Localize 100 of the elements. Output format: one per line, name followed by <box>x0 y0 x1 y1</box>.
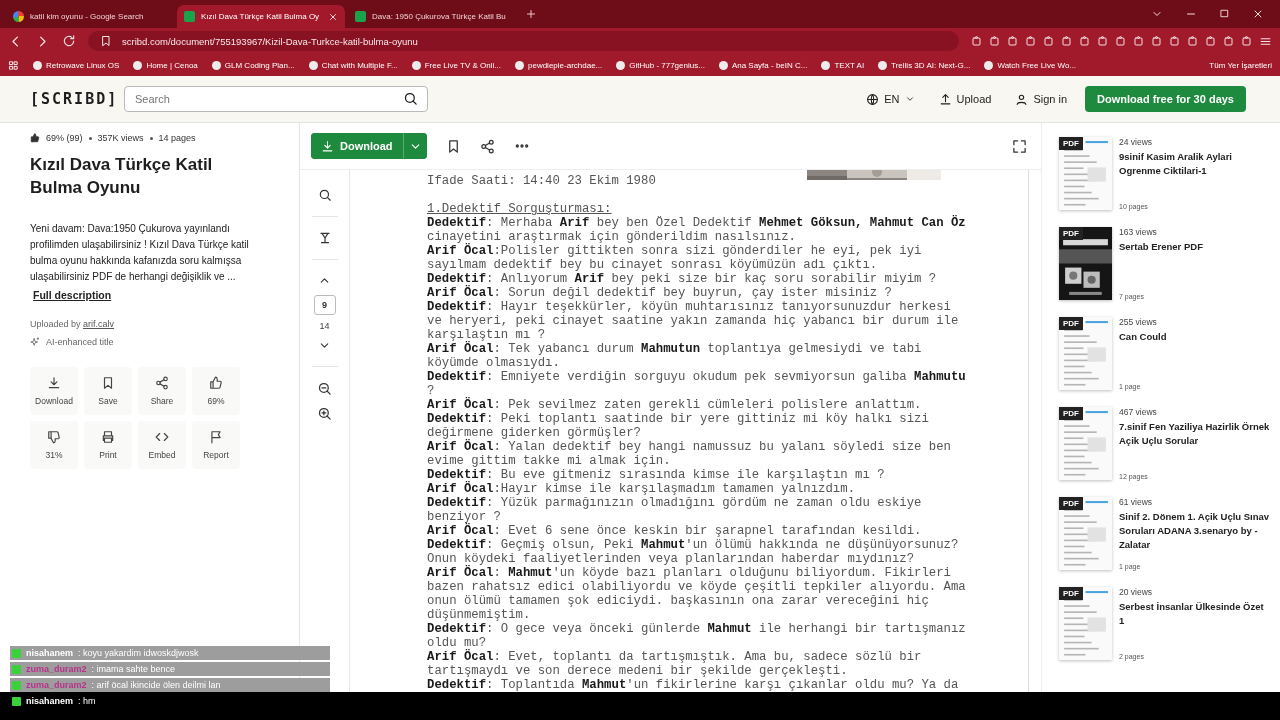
bookmark-item[interactable]: pewdiepie-archdae... <box>515 60 603 70</box>
action-button[interactable]: Share <box>138 367 186 415</box>
share-icon <box>155 376 169 390</box>
language-selector[interactable]: EN <box>866 92 915 106</box>
bookmark-item[interactable]: GitHub - 777genius... <box>616 60 705 70</box>
browser-tab[interactable]: katil kim oyunu - Google Search <box>6 5 174 28</box>
globe-icon <box>866 92 880 106</box>
full-description-link[interactable]: Full description <box>33 289 112 301</box>
extension-icon[interactable] <box>1205 34 1217 47</box>
chat-username: nisahanem <box>26 648 74 658</box>
extension-icon[interactable] <box>1241 34 1253 47</box>
code-icon <box>155 430 169 444</box>
download-icon <box>321 139 334 153</box>
related-title[interactable]: Serbest İnsanlar Ülkesinde Özet 1 <box>1119 600 1270 628</box>
bookmark-item[interactable]: Watch Free Live Wo... <box>984 60 1077 70</box>
chat-text: : koyu yakardim idwoskdjwosk <box>78 648 199 658</box>
views-text: 163 views <box>1119 227 1158 237</box>
page-number-field[interactable]: 9 <box>313 295 336 315</box>
bookmark-item[interactable]: TEXT AI <box>821 60 865 70</box>
pages-text: 14 pages <box>158 133 196 143</box>
bookmark-icon[interactable] <box>100 35 112 47</box>
site-logo[interactable]: [SCRIBD] <box>30 90 124 108</box>
share-icon[interactable] <box>479 138 495 154</box>
bookmark-item[interactable]: Retrowave Linux OS <box>33 60 120 70</box>
reload-icon[interactable] <box>62 34 76 48</box>
maximize-icon[interactable] <box>1219 8 1230 19</box>
pdf-badge: PDF <box>1059 587 1083 600</box>
close-icon[interactable] <box>328 11 338 22</box>
chat-username: nisahanem <box>26 696 74 706</box>
sign-in-link[interactable]: Sign in <box>1015 92 1068 106</box>
search-field[interactable]: Search <box>124 86 428 112</box>
dialogue-paragraph: Arif Öcal: Yalan dedektif bey hangi namussuz bu yalanı söyledi size ben evime gittim takke mi almak için. <box>427 440 952 468</box>
apps-icon[interactable] <box>8 59 19 71</box>
dialogue-paragraph: Dedektif: Yüzük parmağınızın olmadığını gördüm ne zaman oldu eskiye benziyor ? <box>427 496 923 524</box>
all-bookmarks-link[interactable]: Tüm Yer İşaretleri <box>1209 60 1272 70</box>
document-heading: 1.Dedektif Sorguşturması: <box>427 202 613 216</box>
search-icon[interactable] <box>317 188 332 202</box>
dialogue-paragraph: Dedektif: Peki toplantı saatinde bir yere gittiniz mi köy halkı sizi değirmene giderken görmüşler? <box>427 412 930 440</box>
related-title[interactable]: Can Could <box>1119 330 1167 344</box>
google-favicon-icon <box>13 11 24 22</box>
extension-icon[interactable] <box>1133 34 1145 47</box>
views-text: 24 views <box>1119 137 1154 147</box>
upload-link[interactable]: Upload <box>938 92 992 106</box>
download-menu-button[interactable] <box>402 133 427 159</box>
close-icon[interactable] <box>1252 8 1264 20</box>
document-description: Yeni davam: Dava:1950 Çukurova yayınlandı profilimden ulaşabilirsiniz ! Kızıl Dava Türkçe katil bulma oyunu hakkında kafanızda soru kalmışsa ulaşabilirsiniz PDF de herhangi değişiklik ve ... <box>30 222 250 284</box>
extension-icon[interactable] <box>1079 34 1091 47</box>
extension-icon[interactable] <box>1115 34 1127 47</box>
fullscreen-icon[interactable] <box>1012 138 1027 154</box>
related-title[interactable]: Sertab Erener PDF <box>1119 240 1203 254</box>
related-title[interactable]: 7.sinif Fen Yaziliya Hazirlik Örnek Açik Uçlu Sorular <box>1119 420 1270 448</box>
dialogue-paragraph: Arif Öcal: Mahmut'un köyde bazı planları olduğunu biliyordum. Fikirleri bazen rahatsız edici olabiliyordu ve köyde çeşitli tepkiler alıyordu. Ama onun ölümü tamamen şok ediciydi. başkasının ona zarar vereceğini hiç düşünmemiştim. <box>427 566 967 622</box>
pdf-badge: PDF <box>1059 227 1083 240</box>
dialogue-paragraph: Dedektif: Bu eve gitmeniz sırasında kimse ile karşılaştın mı ? <box>427 468 886 482</box>
dialogue-paragraph: Arif Öcal: Evet, toplantı da tartışmıştık. Ama bu, sadece sözlü bir tartışmaydı ve son derece medeni bir şekilde gerçekleşti. <box>427 650 923 678</box>
action-button[interactable]: Embed <box>138 421 186 469</box>
extension-icon[interactable] <box>1097 34 1109 47</box>
new-tab-icon[interactable] <box>525 8 537 20</box>
views-text: 357K views <box>97 133 144 143</box>
bookmark-item[interactable]: Ana Sayfa - beIN C... <box>718 60 808 70</box>
bookmark-item[interactable]: Chat with Multiple F... <box>308 60 398 70</box>
dialogue-paragraph: Arif Öcal: Tek yabancı durum Mahmutun toplantıya gelmesiydi ve tabi köyümde olmasıydı. <box>427 342 923 370</box>
action-button[interactable]: Print <box>84 421 132 469</box>
extension-icon[interactable] <box>1043 34 1055 47</box>
views-text: 20 views <box>1119 587 1154 597</box>
zoom-out-icon[interactable] <box>317 381 332 396</box>
action-button[interactable]: Download <box>30 367 78 415</box>
uploader-link[interactable]: arif.calv <box>83 319 115 329</box>
extension-icon[interactable] <box>1025 34 1037 47</box>
related-title[interactable]: Sinif 2. Dönem 1. Açik Uçlu Sınav Soruları ADANA 3.senaryo by - Zalatar <box>1119 510 1270 552</box>
bookmark-item[interactable]: Home | Cenoa <box>133 60 198 70</box>
dialogue-paragraph: Dedektif: Merhaba Arif bey ben Özel Dedektif Mehmet Göksun, Mahmut Can Öz cinayetini araştırmak için gönderildim nasılsınız. <box>427 216 967 244</box>
action-button[interactable]: Save <box>84 367 132 415</box>
extension-icon[interactable] <box>1061 34 1073 47</box>
free-trial-button[interactable]: Download free for 30 days <box>1085 86 1246 112</box>
extension-icon[interactable] <box>1151 34 1163 47</box>
dialogue-paragraph: Dedektif: Hayır teşekkürler, köyün muhtarısınız tanıyorsunuzdur herkesi ve heryeri, peki cinayet saatine yakın zamanda hiç yabancı bir durum ile karşılaştın mı ? <box>427 300 960 342</box>
extension-icon[interactable] <box>989 34 1001 47</box>
chat-text: : arif öcal ikincide ölen deilmi lan <box>91 680 221 690</box>
rating-text: 69% (99) <box>46 133 83 143</box>
pdf-badge: PDF <box>1059 407 1083 420</box>
action-button[interactable]: 31% <box>30 421 78 469</box>
action-button[interactable]: 69% <box>192 367 240 415</box>
extension-icon[interactable] <box>1007 34 1019 47</box>
zoom-in-icon[interactable] <box>317 406 332 421</box>
search-icon[interactable] <box>403 91 418 106</box>
bookmark-item[interactable]: GLM Coding Plan... <box>211 60 295 70</box>
extension-icon[interactable] <box>1223 34 1235 47</box>
dialogue-paragraph: Dedektif: Anlıyorum Arif bey peki size bir kaç soru sorabilir miyim ? <box>427 272 938 286</box>
action-button[interactable]: Report <box>192 421 240 469</box>
browser-tab[interactable]: Kızıl Dava Türkçe Katil Bulma Oy <box>177 5 345 28</box>
address-bar[interactable]: scribd.com/document/755193967/Kizil-Dava-Turkce-katil-bulma-oyunu <box>88 31 959 51</box>
bookmark-item[interactable]: Trellis 3D AI: Next-G... <box>878 60 971 70</box>
bookmark-item[interactable]: Free Live TV & Onli... <box>411 60 501 70</box>
extension-icon[interactable] <box>1169 34 1181 47</box>
extension-icon[interactable] <box>971 34 983 47</box>
extension-icon[interactable] <box>1187 34 1199 47</box>
related-title[interactable]: 9sinif Kasim Aralik Aylari Ogrenme Ciktilari-1 <box>1119 150 1270 178</box>
browser-tab[interactable]: Dava: 1950 Çukurova Türkçe Katil Bu <box>348 5 516 28</box>
dialogue-paragraph: Arif Öcal:Polisler gittikten sonra sizi gönderdiler he eyi, pek iyi sayılmam dedektif bey bu cinayet sonrası köyümüzün adı çıktı. <box>427 244 923 272</box>
